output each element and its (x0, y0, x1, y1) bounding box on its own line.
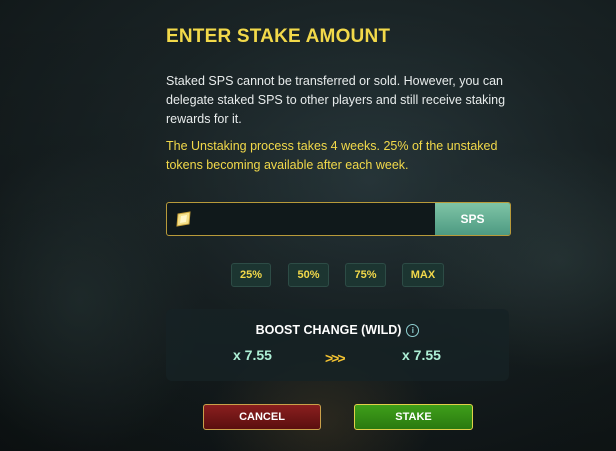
boost-title-text: BOOST CHANGE (WILD) (255, 323, 402, 337)
boost-change-panel: BOOST CHANGE (WILD) i x 7.55 >>> x 7.55 (166, 309, 509, 381)
boost-from-value: x 7.55 (233, 347, 272, 363)
stake-amount-field[interactable]: SPS (166, 202, 511, 236)
info-icon[interactable]: i (406, 324, 420, 337)
unstaking-note: The Unstaking process takes 4 weeks. 25%… (166, 139, 498, 172)
modal-title: ENTER STAKE AMOUNT (166, 26, 391, 47)
boost-title: BOOST CHANGE (WILD) i (166, 323, 509, 337)
staking-description: Staked SPS cannot be transferred or sold… (166, 74, 506, 126)
sps-token-icon (176, 211, 191, 227)
boost-to-value: x 7.55 (402, 347, 441, 363)
max-button[interactable]: MAX (402, 263, 444, 287)
cancel-button[interactable]: CANCEL (203, 404, 321, 430)
percent-25-button[interactable]: 25% (231, 263, 271, 287)
currency-label: SPS (435, 203, 510, 235)
percent-50-button[interactable]: 50% (288, 263, 329, 287)
stake-button[interactable]: STAKE (354, 404, 473, 430)
percent-75-button[interactable]: 75% (345, 263, 386, 287)
chevrons-right-icon: >>> (325, 350, 345, 366)
